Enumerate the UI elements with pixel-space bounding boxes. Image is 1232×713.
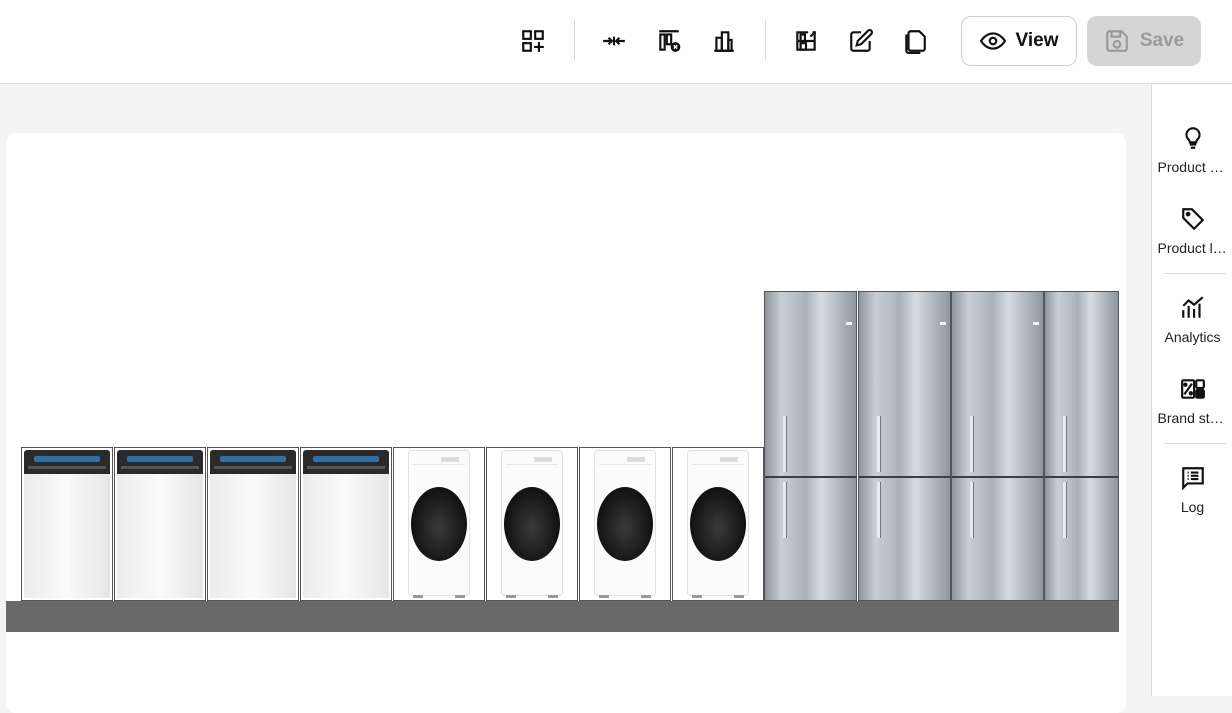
- product-washing-machine[interactable]: [486, 447, 578, 601]
- panel-item-log[interactable]: Log: [1152, 465, 1232, 535]
- view-button[interactable]: View: [961, 16, 1077, 66]
- save-icon: [1105, 30, 1128, 52]
- copy-icon[interactable]: [896, 22, 934, 60]
- product-dishwasher[interactable]: [207, 447, 299, 601]
- panel-item-product-highlights[interactable]: Product highlights: [1152, 125, 1232, 195]
- panel-item-label: Product labels: [1157, 240, 1228, 256]
- product-washing-machine[interactable]: [579, 447, 671, 601]
- panel-item-label: Product highlights: [1157, 159, 1228, 175]
- remove-shelf-icon[interactable]: [650, 22, 688, 60]
- view-button-label: View: [1015, 30, 1059, 51]
- edit-icon[interactable]: [842, 22, 880, 60]
- planogram-icon[interactable]: [787, 22, 825, 60]
- product-fridge[interactable]: [1044, 291, 1119, 601]
- toolbar-divider: [574, 20, 575, 60]
- product-fridge[interactable]: [951, 291, 1044, 601]
- product-dishwasher[interactable]: [114, 447, 206, 601]
- compress-icon[interactable]: [595, 22, 633, 60]
- toolbar-divider: [765, 20, 766, 60]
- log-icon: [1181, 467, 1204, 491]
- panel-item-product-labels[interactable]: Product labels: [1152, 206, 1232, 276]
- panel-divider: [1164, 273, 1226, 274]
- tag-icon: [1181, 208, 1204, 231]
- product-dishwasher[interactable]: [300, 447, 392, 601]
- product-fridge[interactable]: [858, 291, 951, 601]
- panel-item-analytics[interactable]: Analytics: [1152, 295, 1232, 365]
- product-dishwasher[interactable]: [21, 447, 113, 601]
- lightbulb-icon: [1184, 127, 1201, 149]
- product-washing-machine[interactable]: [672, 447, 764, 601]
- add-widget-icon[interactable]: [514, 22, 552, 60]
- brand-stats-icon: [1180, 379, 1205, 399]
- panel-item-label: Analytics: [1164, 329, 1221, 345]
- panel-item-label: Brand statistics: [1157, 410, 1228, 426]
- panel-item-brand-statistics[interactable]: Brand statistics: [1152, 376, 1232, 446]
- save-button-label: Save: [1139, 30, 1185, 51]
- product-fridge[interactable]: [764, 291, 857, 601]
- panel-item-label: Log: [1180, 499, 1205, 515]
- shelf[interactable]: [6, 601, 1119, 632]
- panel-divider: [1164, 443, 1226, 444]
- product-washing-machine[interactable]: [393, 447, 485, 601]
- fixture-icon[interactable]: [705, 22, 743, 60]
- right-side-panel: Product highlights Product labels Analyt…: [1151, 85, 1232, 696]
- eye-icon: [979, 32, 1006, 50]
- top-toolbar: View Save: [0, 0, 1232, 84]
- analytics-icon: [1181, 296, 1203, 318]
- planogram-canvas[interactable]: [6, 133, 1126, 713]
- save-button[interactable]: Save: [1087, 16, 1201, 66]
